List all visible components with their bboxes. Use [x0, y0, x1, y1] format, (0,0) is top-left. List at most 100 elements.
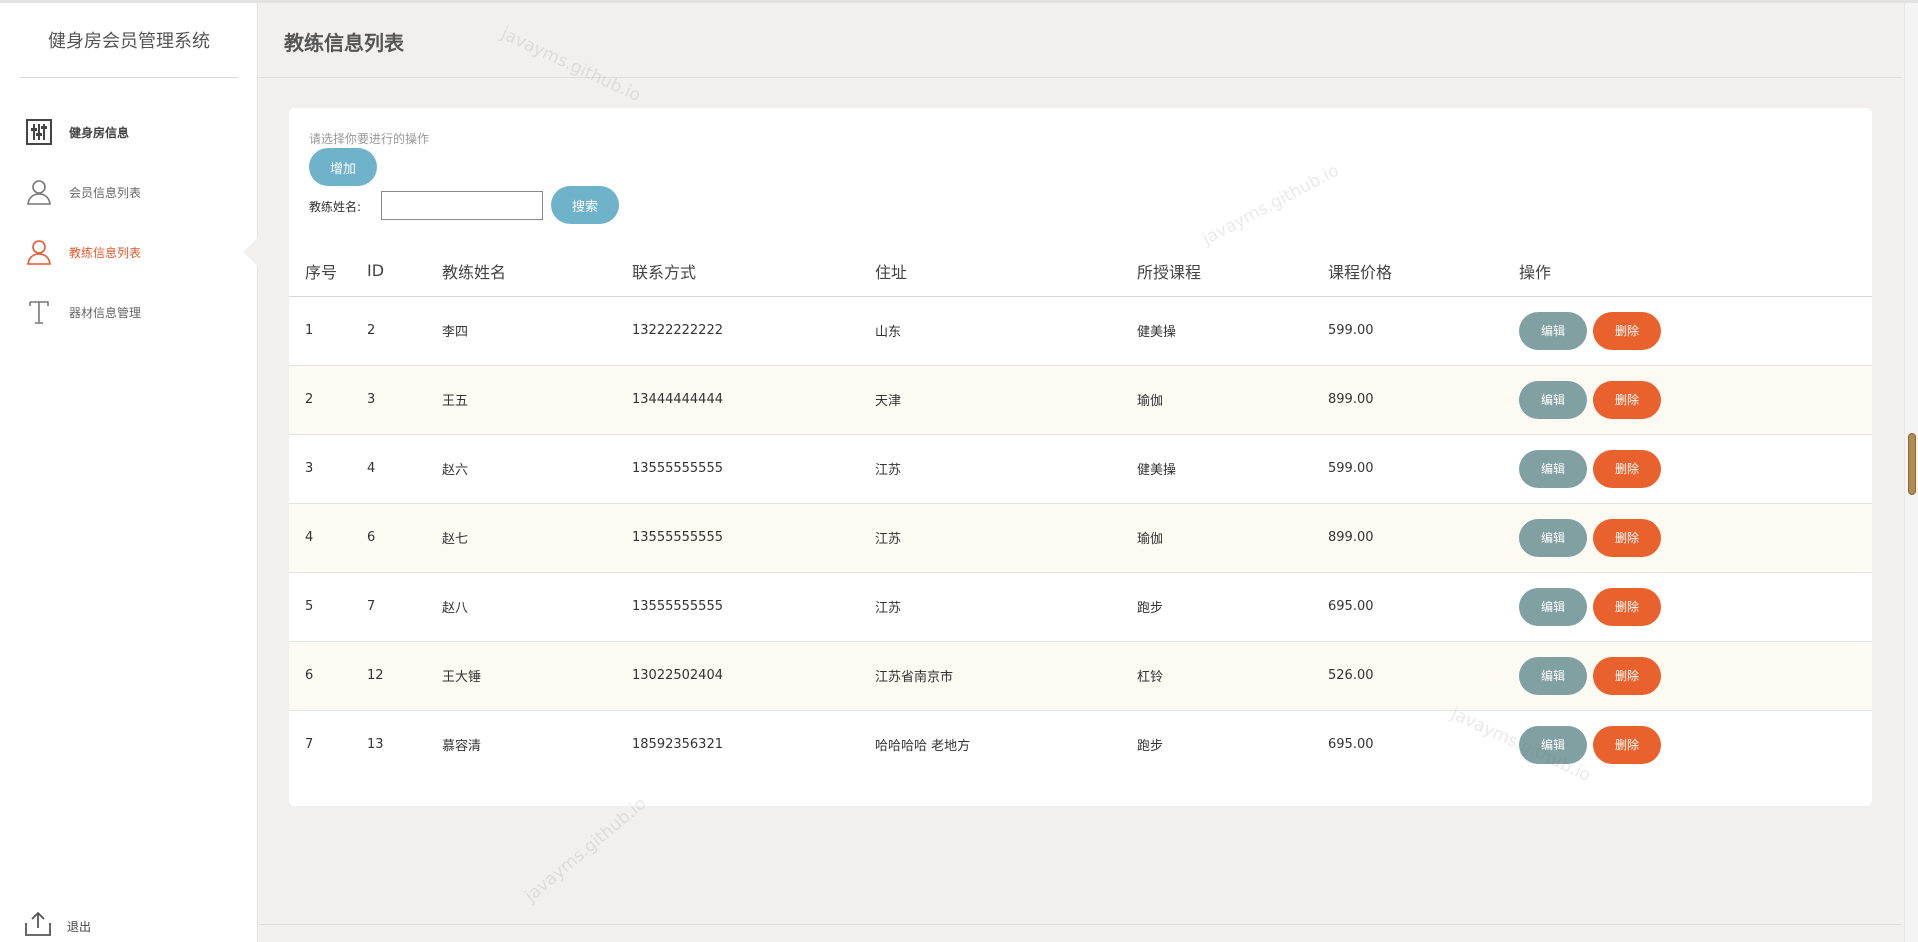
sidebar-item-gym-info[interactable]: 健身房信息 — [24, 115, 244, 149]
sidebar-item-label: 健身房信息 — [69, 125, 130, 140]
cell-no: 7 — [305, 737, 314, 753]
cell-name: 慕容清 — [442, 739, 482, 755]
header-course: 所授课程 — [1121, 246, 1312, 297]
cell-name: 赵七 — [426, 503, 616, 573]
cell-phone: 13444444444 — [616, 365, 859, 435]
add-button[interactable]: 增加 — [309, 148, 377, 186]
cell-actions: 编辑 删除 — [1503, 710, 1872, 779]
cell-actions: 编辑 删除 — [1503, 296, 1872, 366]
delete-button[interactable]: 删除 — [1593, 449, 1661, 488]
cell-id: 13 — [367, 737, 384, 753]
header-actions: 操作 — [1503, 246, 1872, 297]
cell-course: 健美操 — [1121, 296, 1312, 366]
logout-button[interactable]: 退出 — [24, 911, 91, 941]
cell-price: 526.00 — [1312, 641, 1503, 711]
user-icon — [24, 177, 54, 207]
table-row: 4 6 赵七 13555555555 江苏 瑜伽 899.00 编辑 删除 — [289, 503, 1872, 573]
cell-price: 599.00 — [1312, 434, 1503, 504]
header-address: 住址 — [859, 246, 1121, 297]
cell-phone: 13555555555 — [616, 434, 859, 504]
cell-name: 王五 — [426, 365, 616, 435]
cell-no: 4 — [289, 503, 351, 573]
cell-address: 江苏省南京市 — [859, 641, 1121, 711]
cell-id: 7 — [351, 572, 426, 642]
sliders-icon — [24, 117, 54, 147]
cell-course: 健美操 — [1121, 434, 1312, 504]
user-icon — [24, 237, 54, 267]
table-row: 3 4 赵六 13555555555 江苏 健美操 599.00 编辑 删除 — [289, 434, 1872, 504]
delete-button[interactable]: 删除 — [1593, 380, 1661, 419]
edit-button[interactable]: 编辑 — [1519, 449, 1587, 488]
cell-course: 跑步 — [1137, 739, 1164, 755]
table-row: 1 2 李四 13222222222 山东 健美操 599.00 编辑 删除 — [289, 296, 1872, 366]
cell-actions: 编辑 删除 — [1503, 572, 1872, 642]
scrollbar-thumb[interactable] — [1908, 433, 1916, 495]
coach-table: 序号 ID 教练姓名 联系方式 住址 所授课程 课程价格 操作 1 2 李四 1… — [289, 246, 1872, 779]
cell-phone: 18592356321 — [632, 737, 723, 753]
sidebar-item-members[interactable]: 会员信息列表 — [24, 175, 244, 209]
edit-button[interactable]: 编辑 — [1519, 656, 1587, 695]
page-scrollbar[interactable] — [1904, 3, 1918, 942]
header-name: 教练姓名 — [426, 246, 616, 297]
main-content: 教练信息列表 请选择你要进行的操作 增加 教练姓名: 搜索 序号 ID 教练姓名… — [259, 3, 1901, 942]
delete-button[interactable]: 删除 — [1593, 311, 1661, 350]
cell-no: 3 — [289, 434, 351, 504]
edit-button[interactable]: 编辑 — [1519, 587, 1587, 626]
cell-actions: 编辑 删除 — [1503, 434, 1872, 504]
coach-name-search-input[interactable] — [381, 191, 543, 220]
cell-name: 王大锤 — [426, 641, 616, 711]
delete-button[interactable]: 删除 — [1593, 587, 1661, 626]
cell-id: 3 — [351, 365, 426, 435]
cell-phone: 13555555555 — [616, 572, 859, 642]
cell-actions: 编辑 删除 — [1503, 641, 1872, 711]
edit-button[interactable]: 编辑 — [1519, 725, 1587, 764]
sidebar-item-equipment[interactable]: 器材信息管理 — [24, 295, 244, 329]
brand-divider — [20, 77, 238, 78]
edit-button[interactable]: 编辑 — [1519, 518, 1587, 557]
sidebar-item-label: 器材信息管理 — [69, 305, 142, 320]
table-row: 6 12 王大锤 13022502404 江苏省南京市 杠铃 526.00 编辑… — [289, 641, 1872, 711]
search-button[interactable]: 搜索 — [551, 186, 619, 224]
cell-actions: 编辑 删除 — [1503, 503, 1872, 573]
table-row: 5 7 赵八 13555555555 江苏 跑步 695.00 编辑 删除 — [289, 572, 1872, 642]
cell-name: 李四 — [426, 296, 616, 366]
delete-button[interactable]: 删除 — [1593, 518, 1661, 557]
cell-price: 599.00 — [1312, 296, 1503, 366]
delete-button[interactable]: 删除 — [1593, 656, 1661, 695]
operation-hint: 请选择你要进行的操作 — [309, 132, 430, 146]
cell-no: 1 — [289, 296, 351, 366]
cell-no: 6 — [289, 641, 351, 711]
header-price: 课程价格 — [1312, 246, 1503, 297]
sidebar-item-coaches[interactable]: 教练信息列表 — [24, 235, 244, 269]
cell-address: 山东 — [859, 296, 1121, 366]
sidebar: 健身房会员管理系统 健身房信息 会员信息列表 教练信息列表 器材信息管理 退出 — [0, 3, 258, 942]
active-indicator-arrow — [243, 237, 258, 267]
edit-button[interactable]: 编辑 — [1519, 380, 1587, 419]
page-title: 教练信息列表 — [284, 31, 404, 55]
header-id: ID — [351, 246, 426, 297]
text-icon — [24, 297, 54, 327]
sidebar-item-label: 会员信息列表 — [69, 185, 142, 200]
header-no: 序号 — [289, 246, 351, 297]
footer-divider — [259, 924, 1901, 925]
cell-address: 天津 — [859, 365, 1121, 435]
cell-address: 江苏 — [859, 503, 1121, 573]
cell-phone: 13022502404 — [616, 641, 859, 711]
upload-icon — [24, 911, 52, 941]
coach-list-card: 请选择你要进行的操作 增加 教练姓名: 搜索 序号 ID 教练姓名 联系方式 住… — [289, 108, 1872, 806]
cell-course: 杠铃 — [1121, 641, 1312, 711]
cell-price: 899.00 — [1312, 365, 1503, 435]
cell-name: 赵八 — [426, 572, 616, 642]
cell-id: 6 — [351, 503, 426, 573]
cell-course: 瑜伽 — [1121, 503, 1312, 573]
cell-id: 2 — [351, 296, 426, 366]
cell-price: 695.00 — [1312, 572, 1503, 642]
cell-price: 695.00 — [1328, 737, 1374, 753]
cell-address: 哈哈哈哈 老地方 — [875, 739, 971, 755]
cell-phone: 13555555555 — [616, 503, 859, 573]
edit-button[interactable]: 编辑 — [1519, 311, 1587, 350]
cell-no: 5 — [289, 572, 351, 642]
delete-button[interactable]: 删除 — [1593, 725, 1661, 764]
header-divider — [259, 77, 1901, 78]
logout-label: 退出 — [67, 919, 92, 934]
